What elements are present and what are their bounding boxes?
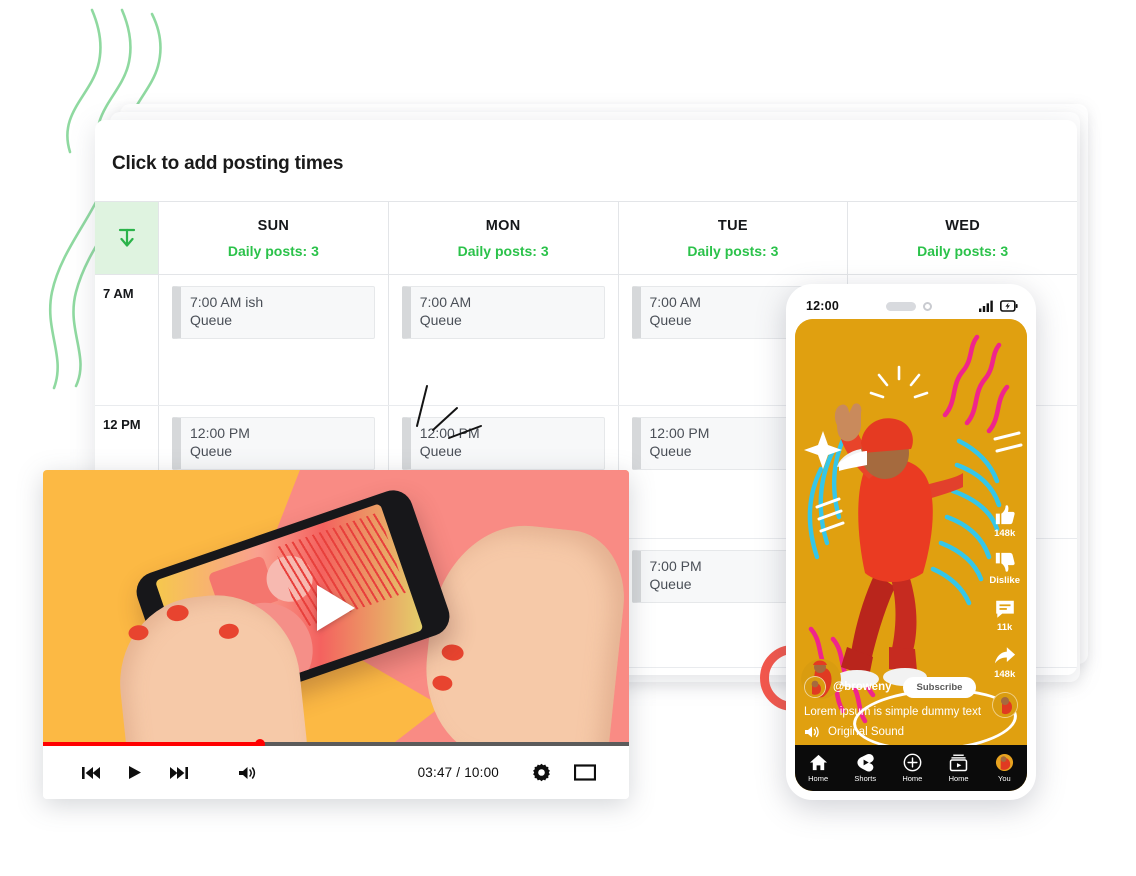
play-button-overlay[interactable] [317,585,355,631]
play-icon[interactable] [113,765,157,780]
front-camera-icon [922,301,932,311]
scheduler-promo-composition: Click to add posting times SUN Daily pos… [0,0,1136,876]
fullscreen-icon[interactable] [563,764,607,781]
shorts-phone-mockup: 12:00 148k Dislike 11k 148k @broweny Sub… [786,284,1036,800]
day-column-header-wed[interactable]: WED Daily posts: 3 [848,202,1077,274]
video-time-display: 03:47 / 10:00 [417,765,499,780]
channel-row: @broweny Subscribe [804,676,1017,698]
shorts-icon [857,753,874,772]
day-name-mon: MON [485,217,521,234]
home-icon [809,754,827,771]
dancer-illustration [834,403,963,688]
dislike-button[interactable]: Dislike [989,551,1020,586]
like-count: 148k [994,528,1016,539]
time-axis-cell-7am: 7 AM [95,275,159,405]
slot-time: 12:00 PM [190,425,250,441]
calendar-cell-sun-7am[interactable]: 7:00 AM ish Queue [159,275,389,405]
nav-label-subscriptions: Home [948,774,969,783]
comment-icon [995,600,1014,618]
status-bar-time: 12:00 [806,299,839,313]
status-bar-indicators [979,300,1018,312]
daily-posts-wed: Daily posts: 3 [917,242,1009,259]
nav-label-shorts: Shorts [854,774,877,783]
account-icon [995,753,1013,772]
nav-item-you[interactable]: You [995,753,1014,783]
nav-item-subscriptions[interactable]: Home [949,753,969,783]
video-progress-knob[interactable] [254,739,265,746]
nav-label-create: Home [902,774,923,783]
plus-circle-icon [903,753,922,772]
signal-bars-icon [979,300,993,312]
bottom-navigation-bar: Home Shorts Home Home You [795,745,1027,791]
thumbs-up-icon [995,505,1015,525]
time-label-7am: 7 AM [103,286,134,301]
thumbs-down-icon [995,552,1015,572]
day-column-header-tue[interactable]: TUE Daily posts: 3 [619,202,849,274]
slot-status: Queue [190,442,233,459]
subscriptions-icon [949,754,968,772]
dislike-label: Dislike [989,575,1020,586]
video-controls-bar: 03:47 / 10:00 [43,746,629,799]
video-thumbnail[interactable] [43,470,629,746]
sound-icon [805,726,819,738]
slot-status: Queue [419,311,462,328]
slot-time: 7:00 AM [419,294,472,310]
battery-charging-icon [1000,300,1018,312]
comment-count: 11k [997,622,1013,633]
speaker-pill-icon [885,301,916,311]
share-icon [994,647,1015,664]
video-player-card: 03:47 / 10:00 [43,470,629,799]
nav-item-home[interactable]: Home [808,753,828,783]
video-progress-fill [43,742,260,746]
nav-item-create[interactable]: Home [902,753,922,783]
channel-handle: @broweny [833,681,892,693]
next-icon[interactable] [157,766,201,780]
nav-label-home: Home [808,774,829,783]
post-slot[interactable]: 7:00 AM ish Queue [172,286,375,339]
sound-row[interactable]: Original Sound [804,725,1017,739]
status-bar-notch [839,301,979,311]
day-column-header-mon[interactable]: MON Daily posts: 3 [389,202,619,274]
avatar[interactable] [804,676,826,698]
gear-icon[interactable] [519,763,563,782]
calendar-corner-cell[interactable] [95,202,159,274]
post-slot[interactable]: 12:00 PM Queue [172,417,375,470]
volume-icon[interactable] [225,765,269,781]
download-arrow-icon [118,228,135,247]
slot-status: Queue [190,311,233,328]
sound-label: Original Sound [828,726,905,738]
post-slot[interactable]: 7:00 AM Queue [401,286,605,339]
page-title: Click to add posting times [112,153,344,174]
shorts-metadata: @broweny Subscribe Lorem ipsum is simple… [795,676,1027,745]
video-caption: Lorem ipsum is simple dummy text [804,706,982,718]
subscribe-button[interactable]: Subscribe [902,676,977,698]
nav-item-shorts[interactable]: Shorts [854,753,876,783]
like-button[interactable]: 148k [994,504,1016,539]
shorts-video-screen[interactable]: 148k Dislike 11k 148k @broweny Subscribe… [795,319,1027,791]
day-column-header-sun[interactable]: SUN Daily posts: 3 [159,202,389,274]
calendar-header-row: SUN Daily posts: 3 MON Daily posts: 3 TU… [95,201,1077,275]
phone-status-bar: 12:00 [795,293,1027,319]
daily-posts-sun: Daily posts: 3 [227,242,319,259]
share-button[interactable]: 148k [994,645,1016,680]
day-name-wed: WED [945,217,980,234]
previous-icon[interactable] [69,766,113,780]
video-progress-track[interactable] [43,739,629,746]
day-name-sun: SUN [257,217,290,234]
daily-posts-tue: Daily posts: 3 [687,242,779,259]
click-gesture-marks [416,385,482,439]
slot-time: 7:00 AM ish [190,294,264,310]
time-label-12pm: 12 PM [103,417,141,432]
nav-label-you: You [998,774,1011,783]
daily-posts-mon: Daily posts: 3 [457,242,549,259]
day-name-tue: TUE [717,217,748,234]
comment-button[interactable]: 11k [994,598,1016,633]
